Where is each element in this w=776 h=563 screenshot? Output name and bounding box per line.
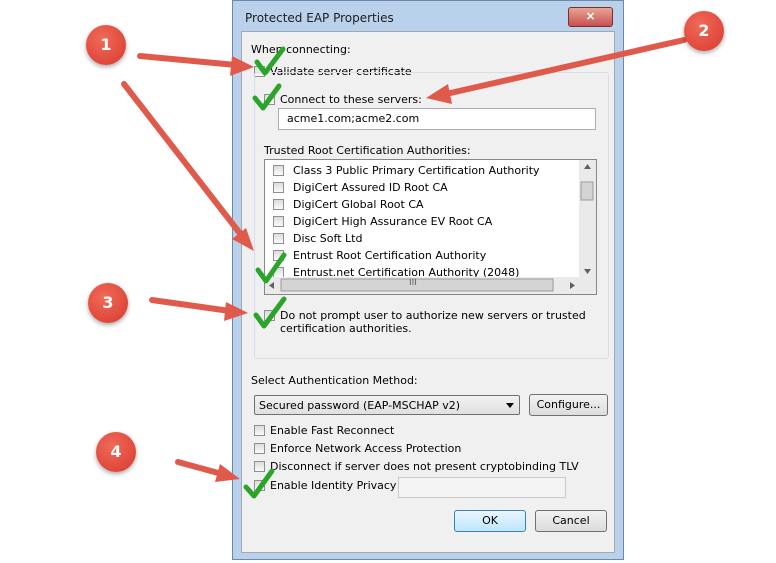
identity-privacy-label: Enable Identity Privacy [270, 479, 397, 492]
list-vertical-scrollbar[interactable] [579, 160, 596, 278]
connect-servers-label: Connect to these servers: [280, 93, 422, 106]
close-button[interactable]: × [568, 7, 613, 27]
ca-checkbox[interactable] [273, 199, 284, 210]
arrow-1a [137, 53, 239, 68]
callout-4: 4 [96, 432, 136, 472]
title-bar: Protected EAP Properties × [233, 1, 623, 31]
arrow-1b [121, 81, 245, 239]
servers-input-value: acme1.com;acme2.com [287, 112, 420, 125]
nap-checkbox[interactable] [254, 443, 265, 454]
auth-method-select[interactable]: Secured password (EAP-MSCHAP v2) [254, 395, 520, 415]
ca-checkbox[interactable] [273, 216, 284, 227]
vertical-scroll-arrows [580, 164, 594, 274]
configure-button[interactable]: Configure... [529, 394, 608, 416]
scroll-down-icon [584, 269, 591, 274]
ca-checkbox[interactable] [273, 182, 284, 193]
ca-name: Entrust Root Certification Authority [293, 249, 487, 262]
no-prompt-checkbox[interactable] [264, 310, 275, 321]
chevron-down-icon [506, 403, 514, 408]
servers-input[interactable]: acme1.com;acme2.com [278, 108, 596, 130]
connect-servers-checkbox[interactable] [264, 94, 275, 105]
scroll-grip-icon: III [409, 278, 417, 288]
identity-privacy-checkbox[interactable] [254, 480, 265, 491]
trusted-ca-label: Trusted Root Certification Authorities: [264, 144, 471, 157]
fast-reconnect-checkbox[interactable] [254, 425, 265, 436]
cryptobinding-label: Disconnect if server does not present cr… [270, 460, 579, 473]
ca-name: Class 3 Public Primary Certification Aut… [293, 164, 540, 177]
fast-reconnect-label: Enable Fast Reconnect [270, 424, 395, 437]
nap-label: Enforce Network Access Protection [270, 442, 462, 455]
protected-eap-dialog: Protected EAP Properties × When connecti… [232, 0, 624, 560]
identity-privacy-input[interactable] [398, 477, 566, 498]
no-prompt-label-line1: Do not prompt user to authorize new serv… [280, 309, 586, 322]
window-title: Protected EAP Properties [245, 11, 394, 25]
arrow-4 [175, 459, 225, 477]
ca-name: DigiCert Global Root CA [293, 198, 424, 211]
horizontal-scroll-arrows [269, 278, 575, 292]
auth-method-value: Secured password (EAP-MSCHAP v2) [259, 399, 461, 412]
dialog-client-area: When connecting: Validate server certifi… [241, 31, 615, 553]
scroll-left-icon [269, 282, 274, 289]
scroll-up-icon [584, 164, 591, 169]
callout-2: 2 [684, 11, 724, 51]
arrow-3 [149, 297, 233, 314]
ca-checkbox[interactable] [273, 250, 284, 261]
ok-button[interactable]: OK [454, 510, 526, 532]
list-horizontal-scrollbar[interactable]: III [265, 277, 596, 294]
when-connecting-label: When connecting: [251, 43, 351, 56]
ca-name: DigiCert Assured ID Root CA [293, 181, 448, 194]
auth-method-label: Select Authentication Method: [251, 374, 418, 387]
cancel-button[interactable]: Cancel [535, 510, 607, 532]
cryptobinding-checkbox[interactable] [254, 461, 265, 472]
hscroll-thumb [280, 278, 554, 292]
scroll-thumb [580, 181, 594, 201]
ca-name: Disc Soft Ltd [293, 232, 363, 245]
callout-3: 3 [88, 283, 128, 323]
ca-checkbox[interactable] [273, 233, 284, 244]
callout-1: 1 [86, 25, 126, 65]
ca-checkbox[interactable] [273, 165, 284, 176]
scroll-right-icon [570, 282, 575, 289]
ca-name: DigiCert High Assurance EV Root CA [293, 215, 493, 228]
trusted-ca-list[interactable]: Class 3 Public Primary Certification Aut… [264, 159, 597, 295]
no-prompt-label-line2: certification authorities. [280, 322, 412, 335]
